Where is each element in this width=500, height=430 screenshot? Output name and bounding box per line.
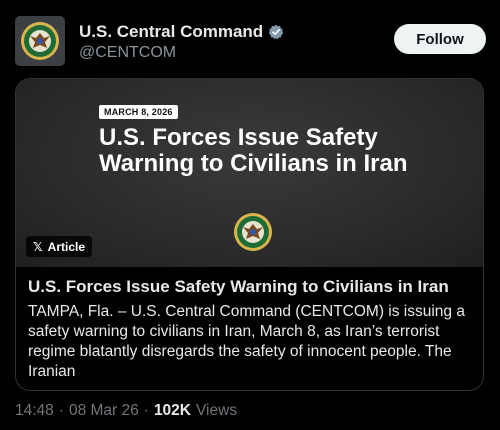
article-tag-label: Article bbox=[47, 239, 86, 254]
handle[interactable]: @CENTCOM bbox=[79, 44, 176, 62]
views-label: Views bbox=[196, 402, 238, 419]
tweet-header: U.S. Central Command @CENTCOM Follow bbox=[15, 16, 486, 68]
name-row: U.S. Central Command bbox=[79, 22, 284, 42]
article-description: TAMPA, Fla. – U.S. Central Command (CENT… bbox=[28, 303, 465, 380]
tweet-page: U.S. Central Command @CENTCOM Follow MAR… bbox=[0, 0, 500, 430]
follow-button[interactable]: Follow bbox=[394, 24, 486, 54]
centcom-seal-icon bbox=[234, 213, 272, 251]
verified-badge-icon bbox=[269, 24, 284, 40]
article-card-image[interactable]: MARCH 8, 2026 U.S. Forces Issue Safety W… bbox=[16, 79, 483, 267]
image-headline: U.S. Forces Issue Safety Warning to Civi… bbox=[99, 124, 408, 177]
article-tag: 𝕏 Article bbox=[26, 236, 93, 257]
tweet-meta: 14:48 · 08 Mar 26 · 102K Views bbox=[15, 402, 237, 420]
date-badge: MARCH 8, 2026 bbox=[99, 105, 178, 119]
x-logo-icon: 𝕏 bbox=[33, 239, 43, 254]
tweet-time[interactable]: 14:48 bbox=[15, 402, 54, 420]
views-count[interactable]: 102K bbox=[154, 402, 191, 420]
meta-separator: · bbox=[58, 402, 64, 419]
display-name[interactable]: U.S. Central Command bbox=[79, 22, 263, 42]
centcom-seal-icon bbox=[21, 22, 59, 60]
meta-separator: · bbox=[143, 402, 149, 419]
tweet-date[interactable]: 08 Mar 26 bbox=[69, 402, 139, 420]
article-title[interactable]: U.S. Forces Issue Safety Warning to Civi… bbox=[28, 277, 473, 297]
avatar[interactable] bbox=[15, 16, 65, 66]
article-card[interactable]: MARCH 8, 2026 U.S. Forces Issue Safety W… bbox=[15, 78, 484, 391]
